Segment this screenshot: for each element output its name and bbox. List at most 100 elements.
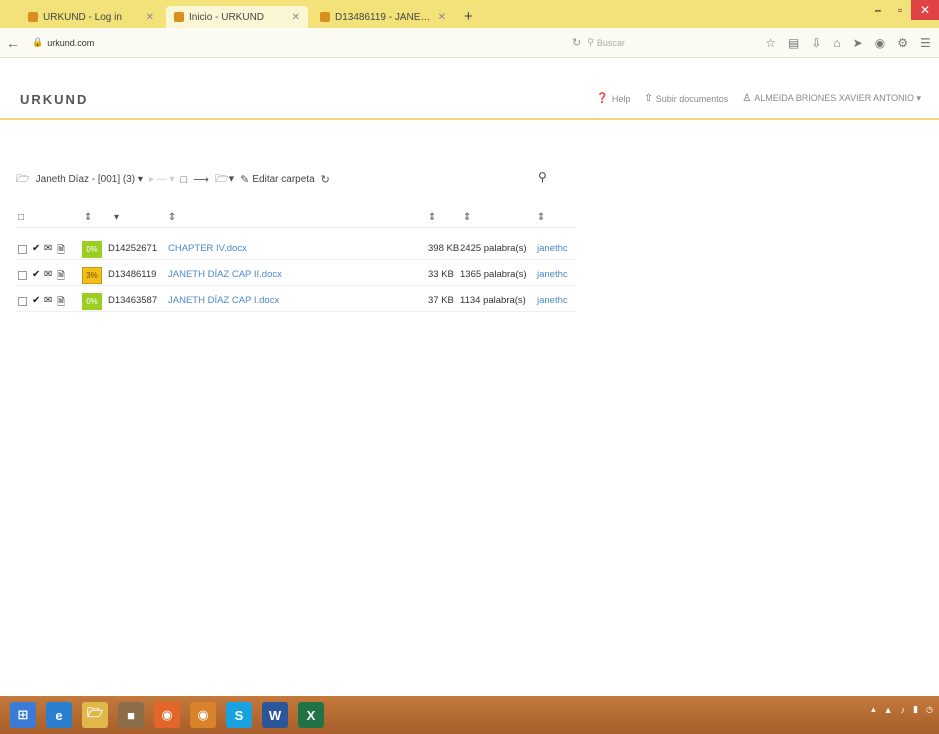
table-row[interactable]: ✔ ✉ 🗎 0% D13463587 JANETH DÍAZ CAP I.doc…: [16, 292, 576, 312]
word-icon[interactable]: W: [262, 702, 288, 728]
sort-similarity-icon[interactable]: ⇕: [84, 212, 92, 223]
mail-icon[interactable]: ✉: [44, 269, 52, 280]
row-checkbox[interactable]: [18, 245, 27, 254]
document-id: D13486119: [108, 269, 157, 280]
urkund-favicon-icon: [320, 12, 330, 22]
app-icon[interactable]: ■: [118, 702, 144, 728]
owner-link[interactable]: janethc: [537, 269, 568, 280]
sort-filename-icon[interactable]: ⇕: [168, 212, 176, 223]
file-size: 33 KB: [428, 269, 454, 280]
file-explorer-icon[interactable]: 🗁: [82, 702, 108, 728]
volume-icon[interactable]: ♪: [901, 705, 906, 715]
owner-link[interactable]: janethc: [537, 295, 568, 306]
send-icon[interactable]: ➤: [853, 36, 863, 50]
tab-document-report[interactable]: D13486119 - JANETH DÍAZ ... ✕: [312, 6, 454, 28]
window-controls: – ▫ ✕: [867, 0, 939, 22]
close-window-button[interactable]: ✕: [911, 0, 939, 20]
browser-toolbar-icons: ☆ ▤ ⇩ ⌂ ➤ ◉ ⚙ ☰: [765, 36, 931, 50]
edit-folder-label: Editar carpeta: [252, 174, 315, 185]
firefox-icon[interactable]: ◉: [154, 702, 180, 728]
select-all-checkbox[interactable]: □: [18, 212, 24, 223]
filename-link[interactable]: CHAPTER IV.docx: [168, 243, 247, 254]
row-checkbox[interactable]: [18, 271, 27, 280]
browser-nav-bar: ← 🔒 urkund.com ↻ ⚲ Buscar ☆ ▤ ⇩ ⌂ ➤ ◉ ⚙ …: [0, 28, 939, 58]
skype-icon[interactable]: S: [226, 702, 252, 728]
sort-date-icon[interactable]: ▾: [114, 212, 119, 223]
lock-icon: 🔒: [32, 37, 44, 47]
reading-list-icon[interactable]: ▤: [788, 36, 799, 50]
urkund-favicon-icon: [174, 12, 184, 22]
similarity-badge[interactable]: 0%: [82, 293, 102, 310]
excel-icon[interactable]: X: [298, 702, 324, 728]
urkund-favicon-icon: [28, 12, 38, 22]
windows-start-icon[interactable]: ⊞: [10, 702, 36, 728]
urkund-logo[interactable]: URKUND: [20, 92, 88, 107]
document-icon[interactable]: 🗎: [57, 269, 65, 286]
edit-folder-button[interactable]: ✎ Editar carpeta: [240, 173, 314, 186]
filename-link[interactable]: JANETH DÍAZ CAP II.docx: [168, 269, 282, 280]
document-icon[interactable]: 🗎: [57, 243, 65, 260]
document-icon[interactable]: 🗎: [57, 295, 65, 312]
minimize-button[interactable]: –: [867, 0, 889, 20]
home-icon[interactable]: ⌂: [833, 36, 840, 50]
search-icon: ⚲: [587, 37, 594, 47]
close-icon[interactable]: ✕: [438, 12, 446, 23]
search-icon[interactable]: ⚲: [538, 170, 547, 184]
sort-words-icon[interactable]: ⇕: [463, 212, 471, 223]
new-document-icon[interactable]: □: [181, 174, 188, 186]
filename-link[interactable]: JANETH DÍAZ CAP I.docx: [168, 295, 279, 306]
download-icon[interactable]: ⇩: [811, 36, 821, 50]
move-icon[interactable]: ⟶: [193, 173, 209, 186]
word-count: 1365 palabra(s): [460, 269, 527, 280]
pocket-icon[interactable]: ◉: [875, 36, 885, 50]
similarity-badge[interactable]: 3%: [82, 267, 102, 284]
folder-open-icon: 🗁: [16, 173, 30, 185]
star-icon[interactable]: ☆: [765, 36, 776, 50]
user-menu: ❓ Help ⇧ Subir documentos ♙ ALMEIDA BRIONES…: [596, 93, 921, 104]
close-icon[interactable]: ✕: [292, 12, 300, 23]
user-label: ALMEIDA BRIONES XAVIER ANTONIO ▾: [754, 93, 921, 103]
table-row[interactable]: ✔ ✉ 🗎 3% D13486119 JANETH DÍAZ CAP II.do…: [16, 266, 576, 286]
reload-icon[interactable]: ↻: [572, 36, 581, 49]
folder-selector[interactable]: Janeth Díaz - [001] (3) ▾: [36, 174, 143, 185]
folder-toolbar: 🗁 Janeth Díaz - [001] (3) ▾ ▸ — ▾ □ ⟶ 🗁▾…: [16, 170, 330, 189]
extension-icon[interactable]: ⚙: [897, 36, 908, 50]
network-icon[interactable]: ▲: [884, 705, 893, 715]
media-app-icon[interactable]: ◉: [190, 702, 216, 728]
user-icon: ♙: [742, 93, 752, 104]
file-size: 398 KB: [428, 243, 460, 254]
word-count: 1134 palabra(s): [460, 295, 526, 306]
owner-link[interactable]: janethc: [537, 243, 568, 254]
sort-owner-icon[interactable]: ⇕: [537, 212, 545, 223]
word-count: 2425 palabra(s): [460, 243, 527, 254]
help-label: Help: [611, 93, 631, 104]
help-link[interactable]: ❓ Help: [596, 93, 630, 104]
browser-search-box[interactable]: ⚲ Buscar: [587, 34, 727, 52]
refresh-icon[interactable]: ↻: [321, 173, 330, 186]
battery-icon[interactable]: ▮: [913, 704, 918, 715]
folder-menu-icon[interactable]: 🗁▾: [215, 170, 234, 189]
file-size: 37 KB: [428, 295, 454, 306]
user-account-menu[interactable]: ♙ ALMEIDA BRIONES XAVIER ANTONIO ▾: [742, 93, 921, 104]
document-id: D13463587: [108, 295, 158, 306]
back-arrow-icon[interactable]: ←: [6, 35, 28, 51]
address-bar[interactable]: 🔒 urkund.com: [32, 33, 552, 53]
table-row[interactable]: ✔ ✉ 🗎 0% D14252671 CHAPTER IV.docx 398 K…: [16, 240, 576, 260]
checkmark-icon: ✔: [32, 243, 41, 254]
mail-icon[interactable]: ✉: [44, 295, 52, 306]
tab-title: URKUND - Log in: [43, 11, 122, 23]
clock[interactable]: ◷: [926, 705, 933, 715]
maximize-button[interactable]: ▫: [889, 0, 911, 20]
tab-urkund-login[interactable]: URKUND - Log in ✕: [20, 6, 162, 28]
mail-icon[interactable]: ✉: [44, 243, 52, 254]
internet-explorer-icon[interactable]: e: [46, 702, 72, 728]
sort-size-icon[interactable]: ⇕: [428, 212, 436, 223]
close-icon[interactable]: ✕: [146, 12, 154, 23]
tray-arrow-icon[interactable]: ▴: [871, 704, 876, 715]
menu-icon[interactable]: ☰: [920, 36, 931, 50]
upload-documents-link[interactable]: ⇧ Subir documentos: [644, 93, 728, 104]
tab-inicio-urkund[interactable]: Inicio - URKUND ✕: [166, 6, 308, 28]
similarity-badge[interactable]: 0%: [82, 241, 102, 258]
row-checkbox[interactable]: [18, 297, 27, 306]
new-tab-button[interactable]: +: [458, 8, 479, 28]
